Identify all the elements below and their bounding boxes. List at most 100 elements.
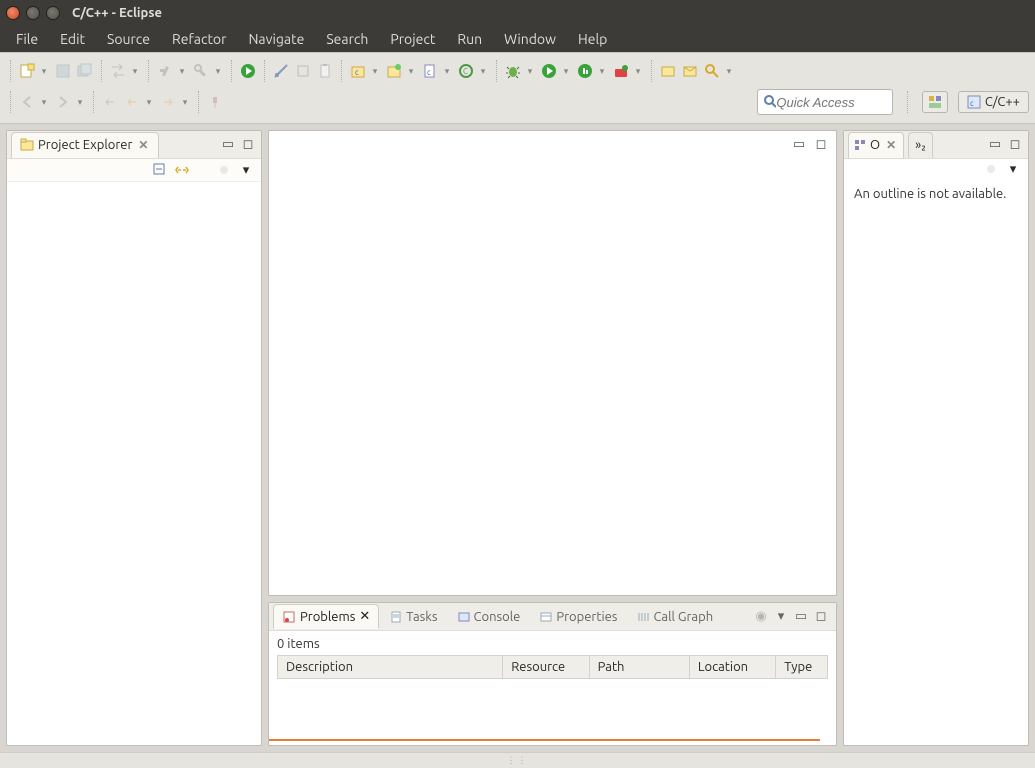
search-dropdown[interactable]: ▾ xyxy=(724,62,734,80)
work-area: Project Explorer ✕ ▭ ◻ ▾ ▭ ◻ xyxy=(0,124,1035,752)
save-all-icon[interactable] xyxy=(76,62,94,80)
debug-dropdown[interactable]: ▾ xyxy=(525,62,535,80)
maximize-view-icon[interactable]: ◻ xyxy=(814,610,828,624)
menu-help[interactable]: Help xyxy=(568,29,617,49)
menu-window[interactable]: Window xyxy=(494,29,566,49)
minimize-editor-icon[interactable]: ▭ xyxy=(792,137,806,151)
column-location[interactable]: Location xyxy=(690,656,776,678)
profile-dropdown[interactable]: ▾ xyxy=(597,62,607,80)
toolbar-row-2: ▾ ▾ ▾ ▾ c C/C++ xyxy=(6,85,1029,119)
menu-refactor[interactable]: Refactor xyxy=(162,29,236,49)
minimize-view-icon[interactable]: ▭ xyxy=(221,138,235,152)
outline-tab[interactable]: O ✕ xyxy=(848,132,904,158)
view-menu-icon[interactable]: ▾ xyxy=(774,610,788,624)
quick-access-input[interactable] xyxy=(776,95,885,110)
tab-tasks[interactable]: Tasks xyxy=(381,604,446,629)
open-task-icon[interactable] xyxy=(681,62,699,80)
view-menu-icon[interactable]: ▾ xyxy=(1006,162,1020,176)
new-icon[interactable] xyxy=(18,62,36,80)
column-description[interactable]: Description xyxy=(278,656,503,678)
build-dropdown[interactable]: ▾ xyxy=(177,62,187,80)
menu-navigate[interactable]: Navigate xyxy=(238,29,314,49)
wrench-icon[interactable] xyxy=(192,62,210,80)
new-folder-icon[interactable] xyxy=(385,62,403,80)
tab-properties[interactable]: Properties xyxy=(531,604,626,629)
column-path[interactable]: Path xyxy=(590,656,690,678)
maximize-view-icon[interactable]: ◻ xyxy=(1008,138,1022,152)
open-type-icon[interactable] xyxy=(659,62,677,80)
new-c-file-dropdown[interactable]: ▾ xyxy=(442,62,452,80)
wrench-dropdown[interactable]: ▾ xyxy=(213,62,223,80)
menu-file[interactable]: File xyxy=(6,29,48,49)
view-menu-icon[interactable]: ▾ xyxy=(239,163,253,177)
window-close-button[interactable] xyxy=(6,6,20,20)
external-tools-dropdown[interactable]: ▾ xyxy=(633,62,643,80)
last-edit-icon[interactable] xyxy=(101,93,119,111)
quick-access-field[interactable] xyxy=(757,89,893,115)
project-explorer-body[interactable] xyxy=(7,182,261,745)
pin-icon[interactable] xyxy=(206,93,224,111)
make-targets-tab[interactable]: »₂ xyxy=(908,132,933,158)
resize-grip-icon[interactable]: ⋮⋮ xyxy=(507,755,529,766)
next-annotation-icon[interactable] xyxy=(54,93,72,111)
menu-edit[interactable]: Edit xyxy=(50,29,95,49)
focus-icon[interactable]: ◉ xyxy=(754,610,768,624)
close-icon[interactable]: ✕ xyxy=(359,609,370,624)
menu-source[interactable]: Source xyxy=(97,29,160,49)
column-resource[interactable]: Resource xyxy=(503,656,589,678)
minimize-view-icon[interactable]: ▭ xyxy=(988,138,1002,152)
back-icon[interactable] xyxy=(123,93,141,111)
run-last-icon[interactable] xyxy=(540,62,558,80)
project-explorer-tab[interactable]: Project Explorer ✕ xyxy=(11,132,159,158)
toggle-breakpoint-icon[interactable] xyxy=(272,62,290,80)
new-c-project-dropdown[interactable]: ▾ xyxy=(370,62,380,80)
switch-icon[interactable] xyxy=(109,62,127,80)
column-type[interactable]: Type xyxy=(776,656,827,678)
focus-task-icon[interactable] xyxy=(217,163,231,177)
new-folder-dropdown[interactable]: ▾ xyxy=(406,62,416,80)
new-c-project-icon[interactable]: c xyxy=(349,62,367,80)
save-icon[interactable] xyxy=(54,62,72,80)
editor-area[interactable]: ▭ ◻ xyxy=(268,130,837,596)
collapse-all-icon[interactable] xyxy=(153,163,167,177)
forward-icon[interactable] xyxy=(159,93,177,111)
close-icon[interactable]: ✕ xyxy=(884,138,898,152)
run-icon[interactable] xyxy=(239,62,257,80)
new-c-file-icon[interactable]: c xyxy=(421,62,439,80)
tab-console[interactable]: Console xyxy=(449,604,530,629)
step-icon[interactable] xyxy=(294,62,312,80)
toolbar-separator xyxy=(496,60,497,82)
back-dropdown[interactable]: ▾ xyxy=(144,93,154,111)
new-class-dropdown[interactable]: ▾ xyxy=(478,62,488,80)
focus-icon[interactable] xyxy=(984,162,998,176)
debug-icon[interactable] xyxy=(504,62,522,80)
tab-problems[interactable]: Problems ✕ xyxy=(273,604,379,629)
minimize-view-icon[interactable]: ▭ xyxy=(794,610,808,624)
new-dropdown[interactable]: ▾ xyxy=(39,62,49,80)
menu-run[interactable]: Run xyxy=(447,29,492,49)
run-last-dropdown[interactable]: ▾ xyxy=(561,62,571,80)
perspective-c-cpp-button[interactable]: c C/C++ xyxy=(958,91,1029,113)
window-minimize-button[interactable] xyxy=(26,6,40,20)
profile-icon[interactable] xyxy=(576,62,594,80)
prev-annotation-icon[interactable] xyxy=(18,93,36,111)
maximize-editor-icon[interactable]: ◻ xyxy=(814,137,828,151)
forward-dropdown[interactable]: ▾ xyxy=(180,93,190,111)
clipboard-icon[interactable] xyxy=(316,62,334,80)
menu-search[interactable]: Search xyxy=(316,29,378,49)
switch-dropdown[interactable]: ▾ xyxy=(130,62,140,80)
new-class-icon[interactable]: C xyxy=(457,62,475,80)
prev-annotation-dropdown[interactable]: ▾ xyxy=(39,93,49,111)
build-icon[interactable] xyxy=(156,62,174,80)
link-editor-icon[interactable] xyxy=(175,163,189,177)
search-icon[interactable] xyxy=(703,62,721,80)
close-icon[interactable]: ✕ xyxy=(136,138,150,152)
tab-call-graph[interactable]: Call Graph xyxy=(628,604,722,629)
menu-project[interactable]: Project xyxy=(380,29,445,49)
maximize-view-icon[interactable]: ◻ xyxy=(241,138,255,152)
window-maximize-button[interactable] xyxy=(46,6,60,20)
open-perspective-button[interactable] xyxy=(922,91,948,113)
outline-body: An outline is not available. xyxy=(844,179,1028,745)
next-annotation-dropdown[interactable]: ▾ xyxy=(75,93,85,111)
external-tools-icon[interactable] xyxy=(612,62,630,80)
